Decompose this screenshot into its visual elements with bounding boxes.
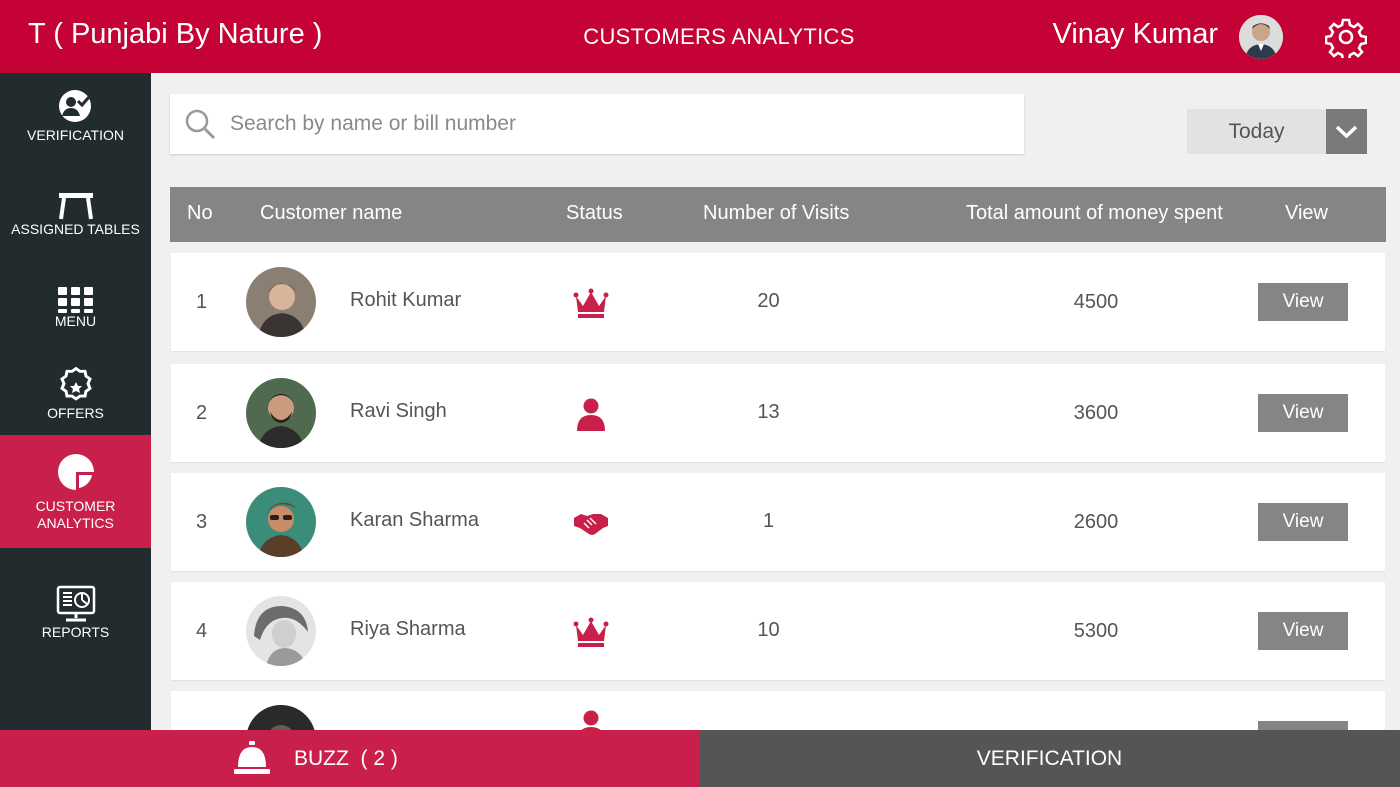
sidebar-item-label-line2: ANALYTICS [37, 515, 114, 531]
visit-count: 20 [757, 290, 780, 312]
column-header-visits: Number of Visits [703, 202, 850, 224]
sidebar-item-label: VERIFICATION [27, 127, 124, 143]
offer-badge-icon [56, 365, 96, 405]
column-header-view: View [1285, 202, 1328, 224]
table-icon [56, 181, 96, 221]
sidebar-item-label: MENU [54, 313, 97, 329]
amount-spent: 5300 [1073, 620, 1119, 642]
search-icon [184, 108, 216, 140]
table-row: 4 Riya Sharma 10 5300 View [171, 582, 1385, 680]
visit-count: 10 [757, 619, 780, 641]
sidebar-item-label-line1: CUSTOMER [35, 498, 116, 514]
customer-name: Rohit Kumar [350, 289, 462, 311]
search-input[interactable] [230, 106, 990, 142]
customer-name: Ravi Singh [350, 400, 447, 422]
table-row: 1 Rohit Kumar 20 4500 View [171, 253, 1385, 351]
view-button[interactable]: View [1258, 394, 1348, 432]
sidebar-item-offers[interactable]: OFFERS [0, 351, 151, 443]
sidebar-item-label: CUSTOMER ANALYTICS [0, 498, 151, 532]
view-button[interactable]: View [1258, 612, 1348, 650]
service-bell-icon [234, 739, 270, 777]
chevron-down-icon[interactable] [1326, 109, 1367, 154]
amount-spent: 4500 [1073, 291, 1119, 313]
sidebar-item-label: OFFERS [47, 405, 104, 421]
top-bar: T ( Punjabi By Nature ) CUSTOMERS ANALYT… [0, 0, 1400, 73]
row-number: 3 [196, 511, 208, 533]
grid-icon [56, 273, 96, 313]
customer-avatar [246, 267, 316, 337]
buzz-text: BUZZ [294, 747, 349, 770]
bottom-bar: BUZZ ( 2 ) VERIFICATION [0, 730, 1400, 787]
customer-avatar [246, 378, 316, 448]
customer-name: Karan Sharma [350, 509, 479, 531]
visit-count: 13 [757, 401, 780, 423]
amount-spent: 2600 [1073, 511, 1119, 533]
handshake-icon [573, 506, 609, 540]
date-filter-select[interactable]: Today [1187, 109, 1367, 154]
amount-spent: 3600 [1073, 402, 1119, 424]
reports-monitor-icon [56, 584, 96, 624]
sidebar: VERIFICATION ASSIGNED TABLES MENU OFFERS… [0, 73, 151, 730]
settings-gear-icon[interactable] [1324, 16, 1368, 62]
column-header-customer-name: Customer name [260, 202, 403, 224]
sidebar-item-label: REPORTS [41, 624, 110, 640]
verification-button[interactable]: VERIFICATION [699, 730, 1400, 787]
row-number: 2 [196, 402, 208, 424]
column-header-no: No [187, 202, 213, 224]
sidebar-item-reports[interactable]: REPORTS [0, 570, 151, 662]
crown-icon [573, 286, 609, 320]
sidebar-item-verification[interactable]: VERIFICATION [0, 73, 151, 165]
column-header-amount: Total amount of money spent [966, 202, 1223, 224]
sidebar-item-label: ASSIGNED TABLES [11, 221, 140, 237]
column-header-status: Status [566, 202, 623, 224]
customer-avatar [246, 487, 316, 557]
table-row: 2 Ravi Singh 13 3600 View [171, 364, 1385, 462]
sidebar-item-assigned-tables[interactable]: ASSIGNED TABLES [0, 167, 151, 259]
pie-chart-icon [56, 452, 96, 492]
crown-icon [573, 615, 609, 649]
buzz-button[interactable]: BUZZ ( 2 ) [0, 730, 699, 787]
person-icon [573, 397, 609, 431]
buzz-label: BUZZ ( 2 ) [294, 747, 398, 771]
user-avatar[interactable] [1239, 15, 1283, 59]
row-number: 4 [196, 620, 208, 642]
verification-icon [56, 87, 96, 127]
search-box [170, 94, 1024, 154]
date-filter-value[interactable]: Today [1187, 109, 1326, 154]
table-row: 3 Karan Sharma 1 2600 View [171, 473, 1385, 571]
table-header: No Customer name Status Number of Visits… [170, 187, 1386, 242]
view-button[interactable]: View [1258, 283, 1348, 321]
sidebar-item-customer-analytics[interactable]: CUSTOMER ANALYTICS [0, 435, 151, 548]
view-button[interactable]: View [1258, 503, 1348, 541]
customer-name: Riya Sharma [350, 618, 466, 640]
sidebar-item-menu[interactable]: MENU [0, 259, 151, 351]
customer-avatar [246, 596, 316, 666]
visit-count: 1 [762, 510, 775, 532]
user-name[interactable]: Vinay Kumar [1053, 18, 1219, 51]
buzz-count: ( 2 ) [360, 747, 398, 770]
row-number: 1 [196, 291, 208, 313]
